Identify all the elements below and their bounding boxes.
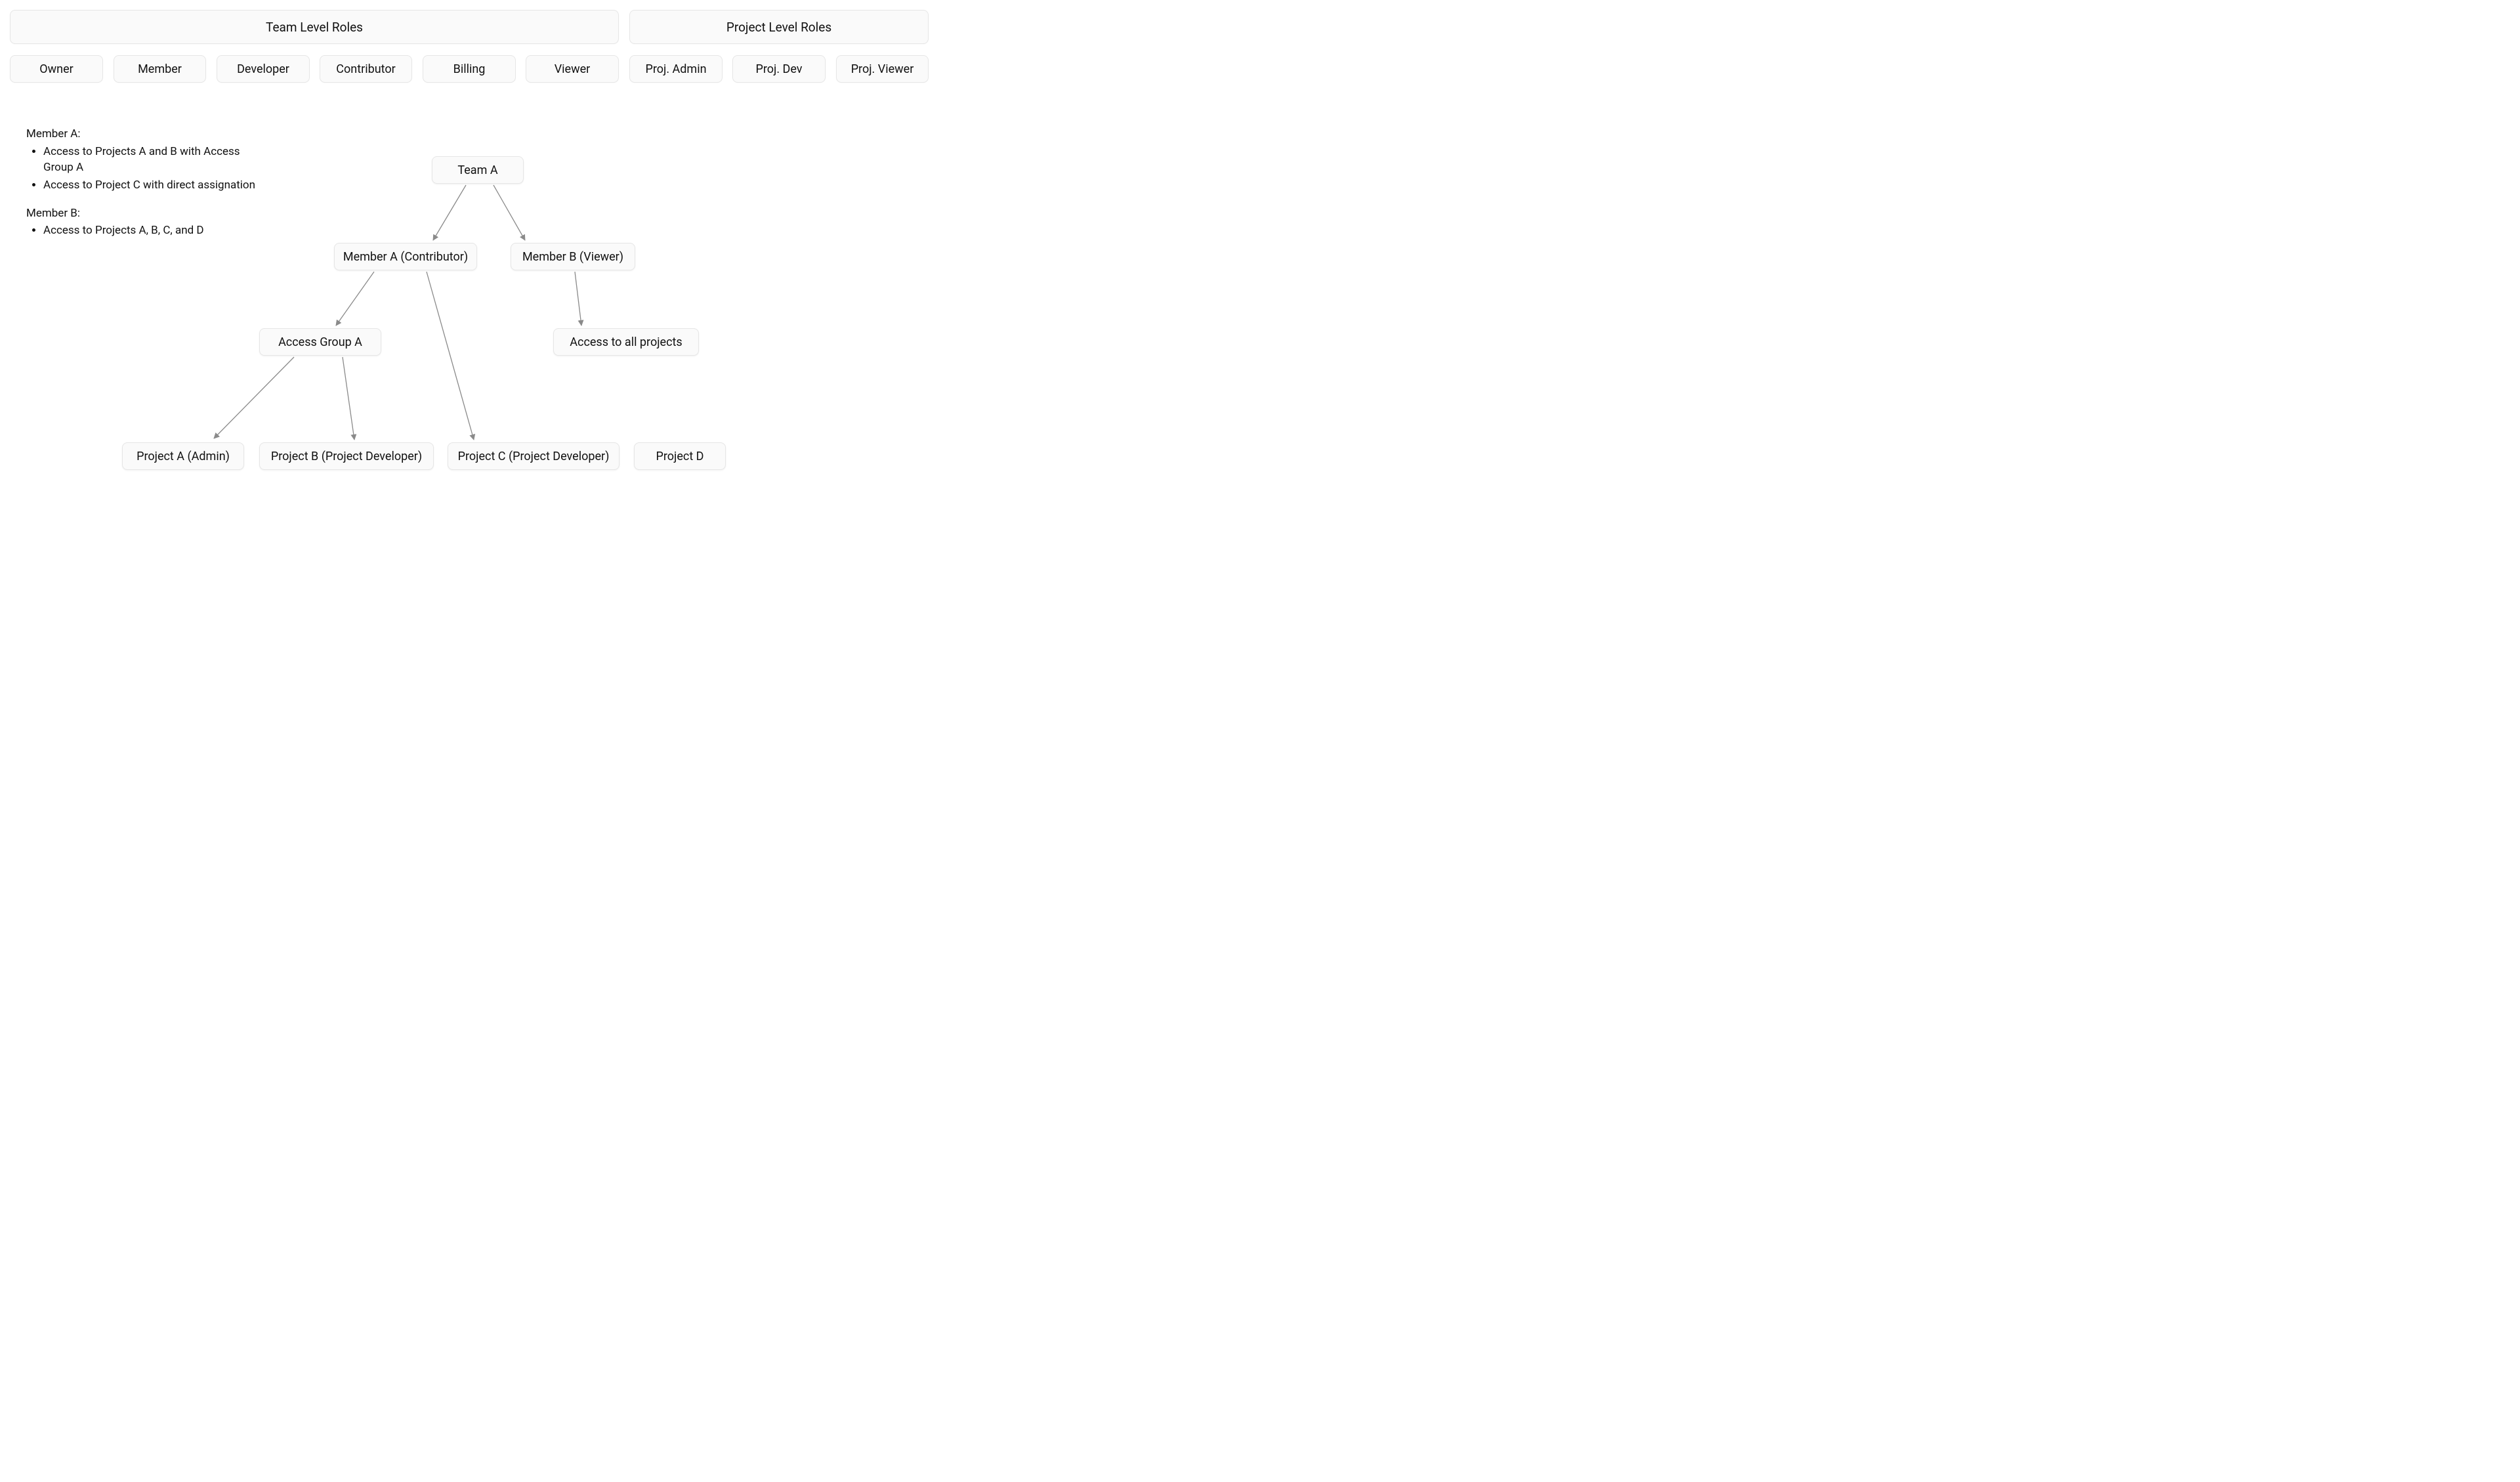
node-access-all-projects: Access to all projects — [553, 328, 699, 356]
role-developer-label: Developer — [237, 62, 289, 76]
node-team-a: Team A — [432, 156, 524, 184]
member-b-list: Access to Projects A, B, C, and D — [26, 222, 276, 239]
edge-member-a-to-access-group — [336, 272, 374, 326]
node-project-c-label: Project C (Project Developer) — [458, 450, 610, 463]
node-project-d: Project D — [634, 442, 726, 470]
member-b-title: Member B: — [26, 205, 276, 222]
role-owner: Owner — [10, 55, 103, 83]
node-access-all-projects-label: Access to all projects — [570, 335, 682, 349]
node-member-b-label: Member B (Viewer) — [522, 250, 623, 264]
role-member-label: Member — [138, 62, 182, 76]
role-billing-label: Billing — [453, 62, 486, 76]
edge-access-group-to-project-b — [343, 357, 354, 440]
node-access-group-a: Access Group A — [259, 328, 381, 356]
node-project-c: Project C (Project Developer) — [448, 442, 620, 470]
member-a-bullet-1: Access to Projects A and B with Access G… — [43, 144, 253, 176]
node-member-b: Member B (Viewer) — [511, 243, 635, 270]
team-level-roles-header: Team Level Roles — [10, 10, 619, 44]
role-member: Member — [114, 55, 206, 83]
role-proj-viewer: Proj. Viewer — [836, 55, 929, 83]
node-project-a-label: Project A (Admin) — [136, 450, 230, 463]
notes-block: Member A: Access to Projects A and B wit… — [26, 126, 276, 251]
node-project-b: Project B (Project Developer) — [259, 442, 434, 470]
role-viewer-label: Viewer — [555, 62, 591, 76]
role-developer: Developer — [217, 55, 310, 83]
edge-member-b-to-access-all — [575, 272, 581, 326]
role-proj-dev-label: Proj. Dev — [755, 62, 802, 76]
role-proj-viewer-label: Proj. Viewer — [851, 62, 914, 76]
role-proj-admin: Proj. Admin — [629, 55, 723, 83]
node-team-a-label: Team A — [457, 163, 497, 177]
node-access-group-a-label: Access Group A — [278, 335, 362, 349]
project-level-roles-header: Project Level Roles — [629, 10, 929, 44]
role-proj-dev: Proj. Dev — [732, 55, 826, 83]
edge-access-group-to-project-a — [214, 357, 294, 438]
node-project-a: Project A (Admin) — [122, 442, 244, 470]
node-member-a: Member A (Contributor) — [334, 243, 477, 270]
team-level-roles-label: Team Level Roles — [266, 20, 363, 35]
member-b-bullet-1: Access to Projects A, B, C, and D — [43, 222, 276, 239]
project-level-roles-label: Project Level Roles — [726, 20, 831, 35]
edge-member-a-to-project-c — [427, 272, 474, 440]
edge-team-to-member-b — [494, 185, 525, 240]
member-a-bullet-2: Access to Project C with direct assignat… — [43, 177, 276, 194]
role-proj-admin-label: Proj. Admin — [645, 62, 706, 76]
role-owner-label: Owner — [39, 62, 74, 76]
member-a-list: Access to Projects A and B with Access G… — [26, 144, 276, 194]
node-project-b-label: Project B (Project Developer) — [271, 450, 422, 463]
node-member-a-label: Member A (Contributor) — [343, 250, 468, 264]
role-billing: Billing — [423, 55, 516, 83]
role-contributor-label: Contributor — [336, 62, 395, 76]
node-project-d-label: Project D — [656, 450, 704, 463]
role-viewer: Viewer — [526, 55, 619, 83]
member-a-title: Member A: — [26, 126, 276, 142]
edges-layer — [0, 0, 945, 556]
edge-team-to-member-a — [433, 185, 466, 240]
role-contributor: Contributor — [320, 55, 412, 83]
